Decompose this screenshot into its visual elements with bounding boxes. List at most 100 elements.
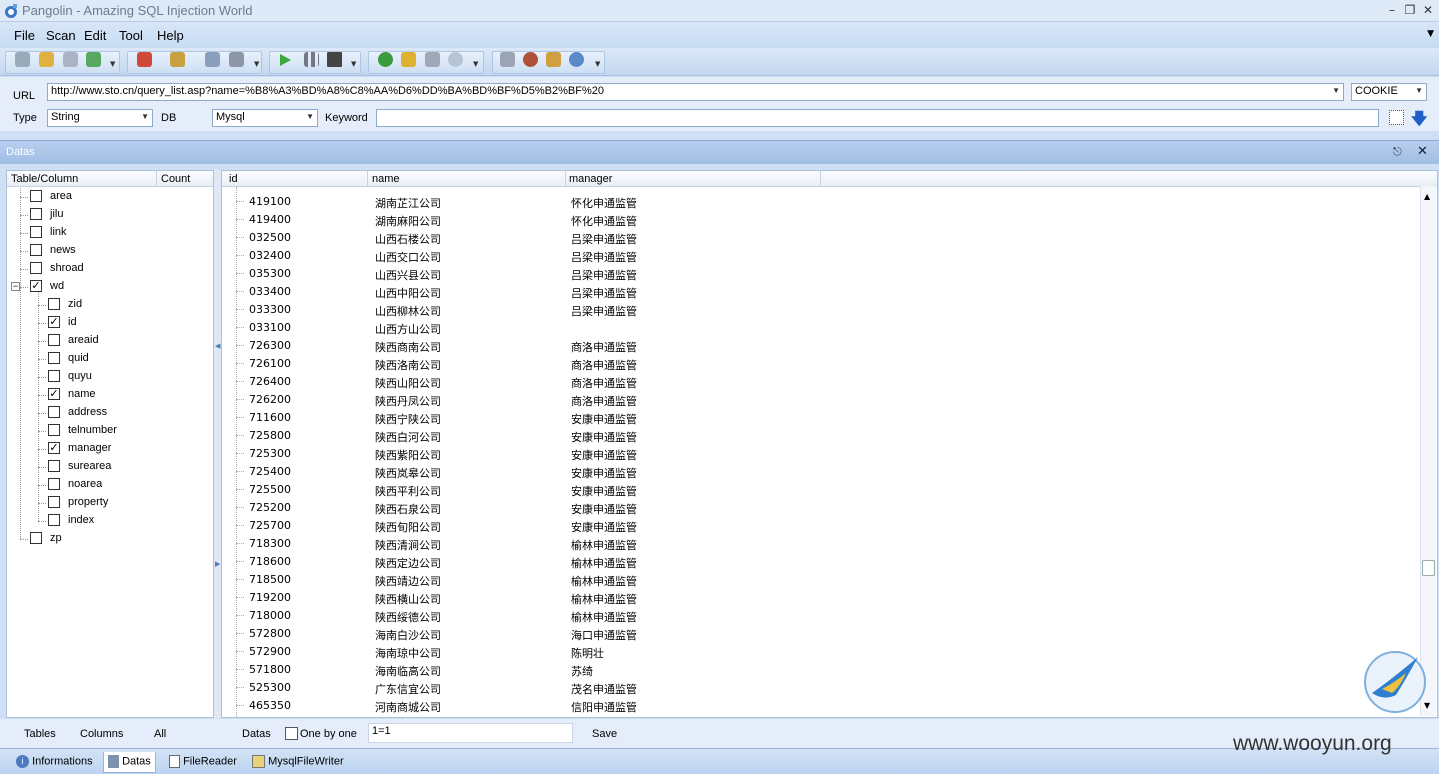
keyword-input[interactable] — [376, 109, 1379, 127]
table-row[interactable]: 719200 陕西横山公司 榆林申通监管 — [222, 588, 1420, 606]
tree-checkbox[interactable]: ✓ — [48, 316, 60, 328]
table-row[interactable]: 525300 广东信宜公司 茂名申通监管 — [222, 678, 1420, 696]
table-row[interactable]: 033100 山西方山公司 — [222, 318, 1420, 336]
menu-help[interactable]: Help — [157, 28, 184, 43]
tree-checkbox[interactable] — [48, 496, 60, 508]
chevron-down-icon[interactable]: ▼ — [110, 60, 115, 68]
chevron-down-icon[interactable]: ▼ — [1332, 86, 1340, 95]
plugin-icon[interactable] — [137, 52, 152, 67]
tree-column-index[interactable]: index — [7, 512, 207, 530]
search-icon[interactable] — [15, 52, 30, 67]
home-icon[interactable] — [500, 52, 515, 67]
table-row[interactable]: 711600 陕西宁陕公司 安康申通监管 — [222, 408, 1420, 426]
select-region-icon[interactable] — [1389, 110, 1404, 125]
tree-table-area[interactable]: area — [7, 188, 207, 206]
chevron-down-icon[interactable]: ▼ — [351, 60, 356, 68]
chevron-down-icon[interactable]: ▼ — [473, 60, 478, 68]
menu-tool[interactable]: Tool — [119, 28, 143, 43]
one-by-one-checkbox[interactable] — [285, 727, 298, 740]
url-input[interactable]: http://www.sto.cn/query_list.asp?name=%B… — [47, 83, 1344, 101]
key-icon[interactable] — [401, 52, 416, 67]
tree-checkbox[interactable] — [30, 262, 42, 274]
tree-column-manager[interactable]: ✓ manager — [7, 440, 207, 458]
stop-icon[interactable] — [327, 52, 342, 67]
expand-right-icon[interactable]: ▶ — [215, 560, 220, 568]
tree-column-noarea[interactable]: noarea — [7, 476, 207, 494]
tree-table-link[interactable]: link — [7, 224, 207, 242]
tree-col-table[interactable]: Table/Column — [11, 173, 78, 185]
tree-checkbox[interactable] — [30, 226, 42, 238]
tree-column-property[interactable]: property — [7, 494, 207, 512]
all-button[interactable]: All — [154, 728, 166, 740]
chevron-down-icon[interactable]: ▼ — [254, 60, 259, 68]
table-row[interactable]: 419100 湖南芷江公司 怀化申通监管 — [222, 192, 1420, 210]
chevron-down-icon[interactable]: ▼ — [1427, 29, 1434, 39]
scroll-thumb[interactable] — [1422, 560, 1435, 576]
table-row[interactable]: 725200 陕西石泉公司 安康申通监管 — [222, 498, 1420, 516]
table-row[interactable]: 571800 海南临高公司 苏绮 — [222, 660, 1420, 678]
tables-button[interactable]: Tables — [24, 728, 56, 740]
db-select[interactable]: Mysql ▼ — [212, 109, 318, 127]
tree-column-telnumber[interactable]: telnumber — [7, 422, 207, 440]
info-icon[interactable] — [569, 52, 584, 67]
menu-scan[interactable]: Scan — [46, 28, 76, 43]
tree-checkbox[interactable] — [48, 370, 60, 382]
bug-icon[interactable] — [523, 52, 538, 67]
tree-column-id[interactable]: ✓ id — [7, 314, 207, 332]
wrench-icon[interactable] — [205, 52, 220, 67]
table-row[interactable]: 033300 山西柳林公司 吕梁申通监管 — [222, 300, 1420, 318]
open-file-icon[interactable] — [39, 52, 54, 67]
table-row[interactable]: 718600 陕西定边公司 榆林申通监管 — [222, 552, 1420, 570]
chevron-down-icon[interactable]: ▼ — [1415, 86, 1423, 95]
tab-informations[interactable]: i Informations — [12, 752, 97, 773]
tree-checkbox[interactable] — [48, 352, 60, 364]
cookie-select[interactable]: COOKIE ▼ — [1351, 83, 1427, 101]
table-row[interactable]: 725500 陕西平利公司 安康申通监管 — [222, 480, 1420, 498]
chevron-down-icon[interactable]: ▼ — [306, 112, 314, 121]
tree-checkbox[interactable] — [30, 532, 42, 544]
tree-checkbox[interactable]: ✓ — [30, 280, 42, 292]
table-row[interactable]: 726100 陕西洛南公司 商洛申通监管 — [222, 354, 1420, 372]
tree-column-name[interactable]: ✓ name — [7, 386, 207, 404]
magnifier-icon[interactable] — [448, 52, 463, 67]
tree-column-areaid[interactable]: areaid — [7, 332, 207, 350]
condition-input[interactable]: 1=1 — [368, 723, 573, 743]
table-row[interactable]: 033400 山西中阳公司 吕梁申通监管 — [222, 282, 1420, 300]
tree-checkbox[interactable] — [48, 406, 60, 418]
export-icon[interactable] — [86, 52, 101, 67]
columns-button[interactable]: Columns — [80, 728, 123, 740]
table-row[interactable]: 718500 陕西靖边公司 榆林申通监管 — [222, 570, 1420, 588]
collapse-icon[interactable]: − — [11, 282, 20, 291]
chevron-down-icon[interactable]: ▼ — [595, 60, 600, 68]
database-icon[interactable] — [229, 52, 244, 67]
tab-datas[interactable]: Datas — [103, 752, 156, 773]
update-icon[interactable] — [546, 52, 561, 67]
vertical-scrollbar[interactable]: ▲ ▼ — [1420, 186, 1436, 716]
tab-filereader[interactable]: FileReader — [165, 752, 241, 773]
tab-mysqlfilewriter[interactable]: MysqlFileWriter — [248, 752, 348, 773]
tree-checkbox[interactable] — [30, 208, 42, 220]
tree-table-shroad[interactable]: shroad — [7, 260, 207, 278]
scroll-up-icon[interactable]: ▲ — [1424, 192, 1430, 201]
grid-col-id[interactable]: id — [229, 173, 238, 185]
table-row[interactable]: 419400 湖南麻阳公司 怀化申通监管 — [222, 210, 1420, 228]
table-row[interactable]: 465350 河南商城公司 信阳申通监管 — [222, 696, 1420, 714]
grid-col-name[interactable]: name — [372, 173, 400, 185]
tree-table-wd[interactable]: − ✓ wd — [7, 278, 207, 296]
tree-checkbox[interactable] — [48, 334, 60, 346]
tree-column-quid[interactable]: quid — [7, 350, 207, 368]
table-row[interactable]: 726400 陕西山阳公司 商洛申通监管 — [222, 372, 1420, 390]
pin-icon[interactable]: ⎋ — [1393, 145, 1402, 159]
tree-column-surearea[interactable]: surearea — [7, 458, 207, 476]
tree-checkbox[interactable] — [48, 478, 60, 490]
tree-column-quyu[interactable]: quyu — [7, 368, 207, 386]
collapse-left-icon[interactable]: ◀ — [215, 342, 220, 350]
tree-checkbox[interactable] — [48, 424, 60, 436]
table-row[interactable]: 725300 陕西紫阳公司 安康申通监管 — [222, 444, 1420, 462]
tree-col-count[interactable]: Count — [161, 173, 190, 185]
close-button[interactable]: ✕ — [1419, 2, 1437, 18]
type-select[interactable]: String ▼ — [47, 109, 153, 127]
table-row[interactable]: 572800 海南白沙公司 海口申通监管 — [222, 624, 1420, 642]
tree-checkbox[interactable] — [30, 190, 42, 202]
chevron-down-icon[interactable]: ▼ — [141, 112, 149, 121]
